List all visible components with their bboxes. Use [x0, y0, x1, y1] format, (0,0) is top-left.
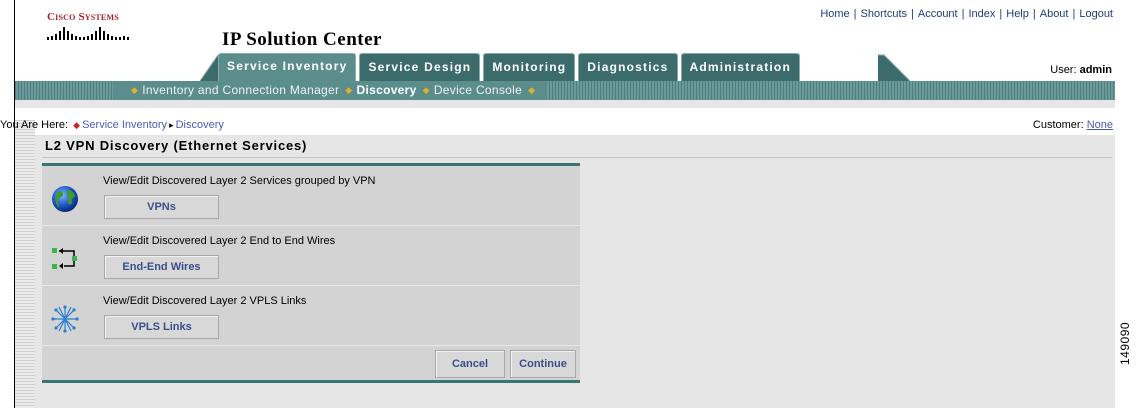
discovery-panel: View/Edit Discovered Layer 2 Services gr…: [42, 163, 580, 383]
globe-icon: [52, 186, 78, 212]
arrow-right-icon: ▸: [169, 120, 174, 130]
shortcuts-link[interactable]: Shortcuts: [861, 8, 907, 20]
user-indicator: User: admin: [1050, 64, 1112, 76]
page-title: L2 VPN Discovery (Ethernet Services): [45, 138, 308, 153]
subnav-inventory-connection-manager[interactable]: Inventory and Connection Manager: [142, 83, 339, 97]
vpns-description: View/Edit Discovered Layer 2 Services gr…: [103, 175, 376, 187]
subnav-device-console[interactable]: Device Console: [434, 83, 522, 97]
list-item-vpls-links: View/Edit Discovered Layer 2 VPLS Links …: [42, 286, 580, 346]
separator: |: [911, 8, 914, 20]
end-end-wires-button[interactable]: End-End Wires: [104, 255, 219, 279]
subnav-bar: ◆ Inventory and Connection Manager ◆ Discov…: [15, 81, 1115, 100]
separator: |: [1072, 8, 1076, 20]
vpls-links-description: View/Edit Discovered Layer 2 VPLS Links: [103, 295, 307, 307]
vpls-links-icon: [51, 305, 79, 333]
breadcrumb-discovery[interactable]: Discovery: [176, 119, 224, 131]
end-to-end-wires-icon: [52, 248, 77, 269]
main-tabs: Service Inventory Service Design Monitor…: [218, 53, 800, 81]
help-link[interactable]: Help: [1006, 8, 1029, 20]
breadcrumb: You Are Here: ◆ Service Inventory ▸ Discove…: [0, 119, 224, 131]
index-link[interactable]: Index: [968, 8, 995, 20]
diamond-icon: ◆: [345, 85, 353, 95]
tab-bar-right-ramp: [878, 54, 910, 81]
tab-service-inventory[interactable]: Service Inventory: [218, 53, 357, 81]
left-stripe-decoration: [15, 120, 35, 408]
diamond-icon: ◆: [422, 85, 430, 95]
tab-service-design[interactable]: Service Design: [359, 53, 481, 81]
home-link[interactable]: Home: [820, 8, 849, 20]
logout-link[interactable]: Logout: [1079, 8, 1113, 20]
user-name: admin: [1079, 64, 1112, 76]
separator: |: [853, 8, 857, 20]
diamond-icon: ◆: [528, 85, 536, 95]
account-link[interactable]: Account: [918, 8, 958, 20]
about-link[interactable]: About: [1040, 8, 1069, 20]
list-item-end-end-wires: View/Edit Discovered Layer 2 End to End …: [42, 226, 580, 286]
subnav-divider: [15, 100, 1115, 108]
diamond-icon: ◆: [131, 85, 139, 95]
red-diamond-icon: ◆: [73, 120, 81, 130]
tab-monitoring[interactable]: Monitoring: [483, 53, 576, 81]
heading-divider: [42, 157, 1112, 158]
vpns-button[interactable]: VPNs: [104, 195, 219, 219]
customer-label: Customer:: [1032, 119, 1084, 131]
end-end-wires-description: View/Edit Discovered Layer 2 End to End …: [103, 235, 336, 247]
separator: |: [999, 8, 1003, 20]
figure-number: 149090: [1118, 321, 1132, 365]
cisco-logo-text: Cisco Systems: [47, 11, 119, 23]
breadcrumb-prefix: You Are Here:: [0, 119, 69, 131]
customer-value-link[interactable]: None: [1087, 119, 1113, 131]
breadcrumb-service-inventory[interactable]: Service Inventory: [82, 119, 167, 131]
separator: |: [961, 8, 965, 20]
vpls-links-button[interactable]: VPLS Links: [104, 315, 219, 339]
tab-administration[interactable]: Administration: [680, 53, 800, 81]
customer-indicator: Customer: None: [1033, 119, 1113, 131]
subnav-discovery[interactable]: Discovery: [357, 83, 417, 97]
cancel-button[interactable]: Cancel: [435, 350, 505, 378]
separator: |: [1032, 8, 1036, 20]
user-label: User:: [1050, 64, 1077, 76]
tab-diagnostics[interactable]: Diagnostics: [578, 53, 678, 81]
continue-button[interactable]: Continue: [510, 350, 576, 378]
cisco-bridge-logo-icon: [47, 27, 129, 40]
app-title: IP Solution Center: [222, 29, 382, 50]
subnav-links: ◆ Inventory and Connection Manager ◆ Discov…: [113, 81, 548, 100]
utility-links: Home | Shortcuts | Account | Index | Help | About |…: [820, 8, 1113, 20]
panel-footer: Cancel Continue: [42, 347, 580, 383]
list-item-vpns: View/Edit Discovered Layer 2 Services gr…: [42, 166, 580, 226]
